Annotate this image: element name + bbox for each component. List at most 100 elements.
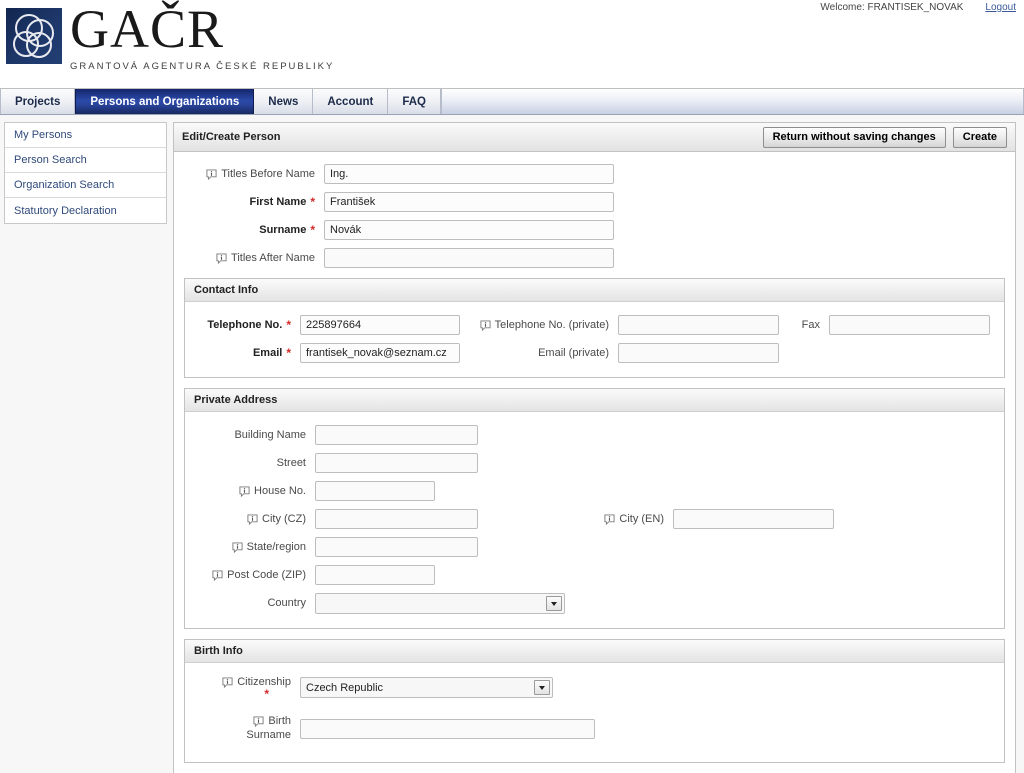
building-name-label: Building Name	[234, 428, 306, 441]
tab-faq[interactable]: FAQ	[388, 89, 441, 114]
state-region-input[interactable]	[315, 537, 478, 557]
titles-after-name-label: Titles After Name	[184, 252, 324, 265]
surname-label: Surname *	[259, 222, 315, 237]
private-address-section-title: Private Address	[185, 389, 1004, 412]
required-marker: *	[264, 687, 269, 701]
titles-after-name-input[interactable]	[324, 248, 614, 268]
info-bubble-icon[interactable]	[222, 677, 233, 688]
birth-surname-label-line2: Surname	[246, 729, 291, 741]
first-name-input[interactable]	[324, 192, 614, 212]
sidebar-item-my-persons[interactable]: My Persons	[5, 123, 166, 148]
field-row-city: City (CZ) City (EN)	[195, 509, 994, 529]
logo-title: GAČR	[70, 0, 225, 59]
info-bubble-icon[interactable]	[206, 168, 217, 180]
logout-link[interactable]: Logout	[985, 2, 1016, 13]
sidebar-item-statutory-declaration[interactable]: Statutory Declaration	[5, 198, 166, 223]
field-row-citizenship: Citizenship * Czech Republic	[195, 676, 994, 701]
info-bubble-icon[interactable]	[212, 569, 223, 581]
telephone-label: Telephone No. *	[207, 317, 291, 332]
house-no-label: House No.	[195, 485, 315, 498]
house-no-input[interactable]	[315, 481, 435, 501]
contact-info-section-title: Contact Info	[185, 279, 1004, 302]
create-button[interactable]: Create	[952, 126, 1007, 148]
required-marker: *	[286, 317, 291, 332]
field-row-first-name: First Name *	[184, 192, 1005, 212]
citizenship-label: Citizenship *	[195, 676, 300, 701]
tab-account[interactable]: Account	[313, 89, 389, 114]
required-marker: *	[310, 222, 315, 237]
birth-surname-input[interactable]	[300, 718, 595, 739]
birth-info-section-title: Birth Info	[185, 640, 1004, 663]
field-row-state-region: State/region	[195, 537, 994, 557]
field-row-telephone: Telephone No. * Telephone No. (	[195, 315, 994, 335]
building-name-input[interactable]	[315, 425, 478, 445]
city-cz-label: City (CZ)	[195, 513, 315, 526]
state-region-label: State/region	[195, 541, 315, 554]
surname-input[interactable]	[324, 220, 614, 240]
titles-before-name-input[interactable]	[324, 164, 614, 184]
return-without-saving-button[interactable]: Return without saving changes	[762, 126, 946, 148]
nav-filler	[440, 89, 1024, 114]
private-address-section: Private Address Building Name Street Hou…	[184, 388, 1005, 629]
sidebar-item-organization-search[interactable]: Organization Search	[5, 173, 166, 198]
required-marker: *	[286, 345, 291, 360]
field-row-titles-after: Titles After Name	[184, 248, 1005, 268]
info-bubble-icon[interactable]	[253, 716, 264, 727]
sidebar-menu: My Persons Person Search Organization Se…	[4, 122, 167, 224]
panel-action-buttons: Return without saving changes Create	[762, 126, 1007, 148]
field-row-surname: Surname *	[184, 220, 1005, 240]
street-label: Street	[276, 456, 306, 469]
email-private-input[interactable]	[618, 343, 779, 363]
email-label: Email *	[252, 345, 291, 360]
info-bubble-icon[interactable]	[247, 513, 258, 525]
field-row-titles-before: Titles Before Name	[184, 164, 1005, 184]
city-cz-input[interactable]	[315, 509, 478, 529]
post-code-label: Post Code (ZIP)	[195, 569, 315, 582]
info-bubble-icon[interactable]	[480, 319, 491, 331]
tab-persons-and-organizations[interactable]: Persons and Organizations	[75, 89, 255, 114]
country-label: Country	[267, 597, 306, 609]
telephone-private-input[interactable]	[618, 315, 779, 335]
city-en-label: City (EN)	[578, 513, 673, 526]
logo-subtitle: GRANTOVÁ AGENTURA ČESKÉ REPUBLIKY	[70, 61, 335, 72]
citizenship-select-value: Czech Republic	[306, 681, 384, 694]
tab-news[interactable]: News	[254, 89, 314, 114]
contact-info-section: Contact Info Telephone No. * 225897664 T…	[184, 278, 1005, 378]
birth-info-section: Birth Info Citizenship * Czech Republic …	[184, 639, 1005, 763]
chevron-down-icon[interactable]	[546, 596, 562, 611]
tab-projects[interactable]: Projects	[0, 89, 76, 114]
chevron-down-icon[interactable]	[534, 680, 550, 695]
info-bubble-icon[interactable]	[232, 541, 243, 553]
field-row-post-code: Post Code (ZIP)	[195, 565, 994, 585]
field-row-street: Street	[195, 453, 994, 473]
panel-body: Titles Before Name First Name * Surname …	[174, 152, 1015, 773]
main-content: Edit/Create Person Return without saving…	[173, 122, 1016, 773]
citizenship-select[interactable]: Czech Republic	[300, 677, 553, 698]
gacr-emblem-icon	[6, 8, 62, 64]
required-marker: *	[310, 194, 315, 209]
site-logo[interactable]: GAČR GRANTOVÁ AGENTURA ČESKÉ REPUBLIKY	[6, 2, 335, 72]
field-row-country: Country	[195, 593, 994, 614]
post-code-input[interactable]	[315, 565, 435, 585]
email-private-label: Email (private)	[538, 346, 609, 359]
info-bubble-icon[interactable]	[604, 513, 615, 525]
street-input[interactable]	[315, 453, 478, 473]
field-row-birth-surname: Birth Surname	[195, 715, 994, 742]
page-body: My Persons Person Search Organization Se…	[0, 115, 1024, 773]
page-title: Edit/Create Person	[182, 131, 281, 143]
welcome-text: Welcome: FRANTISEK_NOVAK	[820, 2, 964, 13]
birth-surname-label: Birth Surname	[246, 715, 291, 741]
field-row-house-no: House No.	[195, 481, 994, 501]
field-row-email: Email * Email (private)	[195, 343, 994, 363]
titles-before-name-label: Titles Before Name	[184, 168, 324, 181]
contact-info-body: Telephone No. * Telephone No. (	[185, 302, 1004, 377]
info-bubble-icon[interactable]	[216, 252, 227, 264]
email-input[interactable]	[300, 343, 460, 363]
telephone-input[interactable]	[300, 315, 460, 335]
info-bubble-icon[interactable]	[239, 485, 250, 497]
welcome-bar: Welcome: FRANTISEK_NOVAK Logout	[820, 2, 1016, 13]
country-select[interactable]	[315, 593, 565, 614]
sidebar-item-person-search[interactable]: Person Search	[5, 148, 166, 173]
fax-input[interactable]	[829, 315, 990, 335]
city-en-input[interactable]	[673, 509, 834, 529]
